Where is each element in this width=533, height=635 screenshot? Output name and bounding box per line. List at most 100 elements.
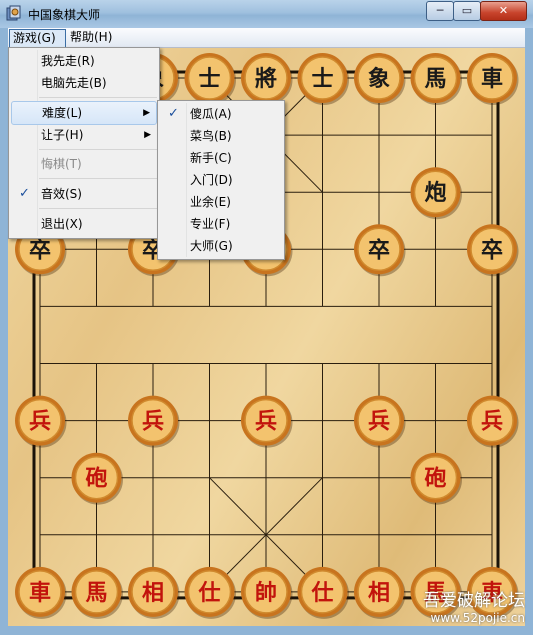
chess-piece[interactable]: 炮 — [410, 167, 463, 220]
menu-item-player-first[interactable]: 我先走(R) — [11, 50, 157, 72]
chess-piece[interactable]: 兵 — [128, 395, 180, 448]
piece-label: 卒 — [368, 237, 390, 263]
menu-item-computer-first[interactable]: 电脑先走(B) — [11, 72, 157, 94]
difficulty-item-novice[interactable]: 新手(C) — [160, 147, 282, 169]
window-frame-left — [0, 28, 8, 635]
chess-piece[interactable]: 兵 — [467, 395, 519, 448]
submenu-arrow-icon: ▶ — [143, 108, 150, 118]
menu-item-label: 退出(X) — [41, 217, 83, 231]
chess-piece[interactable]: 卒 — [467, 224, 519, 277]
menu-item-label: 我先走(R) — [41, 54, 95, 68]
menu-item-label: 菜鸟(B) — [190, 129, 232, 143]
window-title: 中国象棋大师 — [28, 8, 101, 22]
chess-piece[interactable]: 士 — [297, 53, 350, 105]
difficulty-item-professional[interactable]: 专业(F) — [160, 213, 282, 235]
menu-item-undo: 悔棋(T) — [11, 153, 157, 175]
menu-bar: 游戏(G) 帮助(H) — [8, 28, 525, 48]
menu-item-label: 新手(C) — [190, 151, 232, 165]
title-bar[interactable]: 中国象棋大师 ─ ▭ ✕ — [0, 0, 533, 28]
maximize-button[interactable]: ▭ — [453, 1, 481, 21]
menu-item-sound[interactable]: ✓ 音效(S) — [11, 183, 157, 205]
menu-item-label: 电脑先走(B) — [41, 76, 107, 90]
menu-item-handicap[interactable]: 让子(H) ▶ — [11, 124, 157, 146]
game-menu-dropdown: 我先走(R) 电脑先走(B) 难度(L) ▶ 让子(H) ▶ 悔棋(T) ✓ 音… — [8, 47, 160, 239]
chess-piece[interactable]: 砲 — [71, 452, 124, 505]
app-icon — [6, 5, 21, 21]
chess-piece[interactable]: 帥 — [241, 566, 293, 619]
watermark-title: 吾爱破解论坛 — [423, 591, 525, 611]
difficulty-submenu: ✓ 傻瓜(A) 菜鸟(B) 新手(C) 入门(D) 业余(E) 专业(F) 大师… — [157, 100, 285, 260]
window-frame-bottom — [0, 626, 533, 635]
piece-label: 卒 — [481, 237, 503, 263]
menu-separator — [39, 178, 157, 179]
menu-help[interactable]: 帮助(H) — [66, 29, 116, 46]
watermark-url: www.52pojie.cn — [430, 611, 525, 625]
chess-piece[interactable]: 仕 — [297, 566, 350, 619]
menu-separator — [39, 97, 157, 98]
chess-piece[interactable]: 卒 — [354, 224, 406, 277]
menu-item-label: 难度(L) — [42, 106, 83, 120]
difficulty-item-idiot[interactable]: ✓ 傻瓜(A) — [160, 103, 282, 125]
window-frame-right — [525, 28, 533, 635]
menu-separator — [39, 208, 157, 209]
piece-label: 相 — [142, 580, 164, 606]
chess-piece[interactable]: 兵 — [15, 395, 67, 448]
piece-label: 砲 — [424, 466, 446, 492]
piece-label: 兵 — [29, 409, 51, 435]
piece-label: 車 — [29, 580, 51, 606]
menu-item-label: 傻瓜(A) — [190, 107, 232, 121]
menu-item-label: 业余(E) — [190, 195, 231, 209]
piece-label: 兵 — [368, 409, 390, 435]
chess-piece[interactable]: 相 — [354, 566, 406, 619]
minimize-button[interactable]: ─ — [426, 1, 454, 21]
piece-label: 砲 — [85, 466, 107, 492]
submenu-arrow-icon: ▶ — [144, 130, 151, 140]
difficulty-item-amateur[interactable]: 业余(E) — [160, 191, 282, 213]
chess-piece[interactable]: 將 — [241, 53, 293, 105]
piece-label: 馬 — [424, 66, 446, 92]
check-icon: ✓ — [19, 186, 30, 201]
chess-piece[interactable]: 仕 — [184, 566, 237, 619]
menu-game[interactable]: 游戏(G) — [9, 29, 66, 48]
piece-label: 象 — [368, 66, 390, 92]
difficulty-item-beginner[interactable]: 入门(D) — [160, 169, 282, 191]
piece-label: 相 — [368, 580, 390, 606]
piece-label: 帥 — [255, 580, 277, 606]
piece-label: 兵 — [481, 409, 503, 435]
chess-piece[interactable]: 馬 — [410, 53, 463, 105]
piece-label: 卒 — [29, 237, 51, 263]
chess-piece[interactable]: 車 — [467, 53, 519, 105]
chess-piece[interactable]: 象 — [354, 53, 406, 105]
piece-label: 仕 — [197, 580, 220, 606]
menu-item-difficulty[interactable]: 难度(L) ▶ — [11, 101, 157, 125]
menu-item-exit[interactable]: 退出(X) — [11, 213, 157, 235]
watermark: 吾爱破解论坛 www.52pojie.cn — [405, 586, 525, 625]
piece-label: 將 — [255, 66, 277, 92]
close-button[interactable]: ✕ — [480, 1, 527, 21]
chess-piece[interactable]: 兵 — [241, 395, 293, 448]
chess-piece[interactable]: 士 — [184, 53, 237, 105]
menu-item-label: 音效(S) — [41, 187, 82, 201]
chess-piece[interactable]: 車 — [15, 566, 67, 619]
menu-item-label: 悔棋(T) — [41, 157, 82, 171]
menu-separator — [39, 149, 157, 150]
chess-piece[interactable]: 兵 — [354, 395, 406, 448]
menu-item-label: 专业(F) — [190, 217, 231, 231]
piece-label: 兵 — [142, 409, 164, 435]
piece-label: 兵 — [255, 409, 277, 435]
piece-label: 車 — [481, 66, 503, 92]
menu-item-label: 让子(H) — [41, 128, 84, 142]
chess-piece[interactable]: 相 — [128, 566, 180, 619]
piece-label: 仕 — [310, 580, 333, 606]
menu-item-label: 入门(D) — [190, 173, 233, 187]
menu-item-label: 大师(G) — [190, 239, 233, 253]
piece-label: 士 — [311, 66, 333, 92]
check-icon: ✓ — [168, 106, 179, 121]
app-window: 中国象棋大师 ─ ▭ ✕ 游戏(G) 帮助(H) 車馬象士將士象馬車炮卒卒卒卒卒… — [0, 0, 533, 635]
chess-piece[interactable]: 馬 — [71, 566, 124, 619]
difficulty-item-rookie[interactable]: 菜鸟(B) — [160, 125, 282, 147]
difficulty-item-master[interactable]: 大师(G) — [160, 235, 282, 257]
chess-piece[interactable]: 砲 — [410, 452, 463, 505]
piece-label: 馬 — [85, 580, 107, 606]
piece-label: 炮 — [424, 180, 446, 206]
